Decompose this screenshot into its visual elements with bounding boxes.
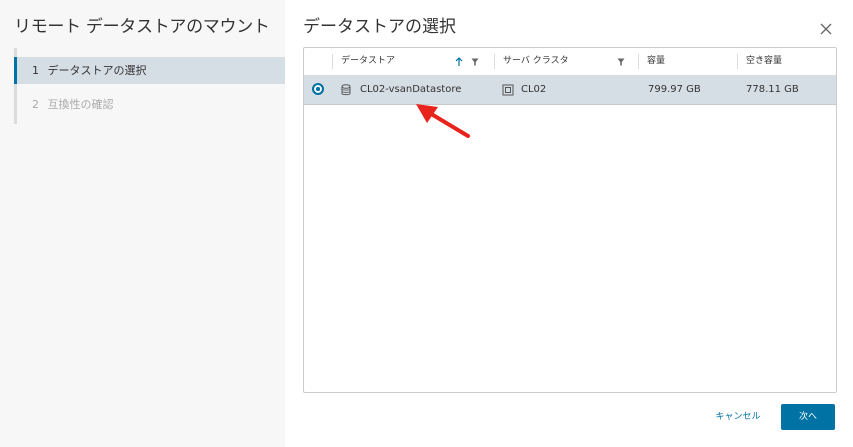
step-number: 2 (32, 98, 39, 111)
column-header-capacity[interactable]: 容量 (647, 48, 665, 75)
grid-header: データストア サーバ クラスタ 容量 空き容量 (304, 48, 836, 76)
step-label: 互換性の確認 (47, 98, 114, 111)
column-header-datastore[interactable]: データストア (341, 48, 395, 75)
step-number: 1 (32, 64, 39, 77)
cluster-name: CL02 (521, 84, 547, 95)
close-icon[interactable] (817, 20, 835, 38)
wizard-steps: 1 データストアの選択 2 互換性の確認 (14, 48, 288, 124)
datastore-icon (341, 84, 351, 99)
wizard-title: リモート データストアのマウント (14, 17, 270, 37)
column-separator (494, 54, 495, 69)
filter-icon[interactable] (471, 58, 479, 69)
column-separator (638, 54, 639, 69)
dialog-title: データストアの選択 (303, 17, 456, 37)
datastore-grid: データストア サーバ クラスタ 容量 空き容量 CL02-vsanDatasto… (303, 47, 837, 393)
wizard-sidebar: リモート データストアのマウント 1 データストアの選択 2 互換性の確認 (0, 0, 285, 447)
sort-ascending-icon[interactable] (455, 57, 463, 70)
row-select-radio[interactable] (312, 83, 324, 95)
cluster-icon (502, 84, 514, 99)
filter-icon[interactable] (617, 58, 625, 69)
wizard-step-compatibility: 2 互換性の確認 (17, 91, 285, 118)
next-button[interactable]: 次へ (781, 404, 835, 430)
column-header-cluster[interactable]: サーバ クラスタ (503, 48, 569, 75)
wizard-step-select-datastore[interactable]: 1 データストアの選択 (14, 57, 285, 84)
free-space-value: 778.11 GB (746, 84, 799, 95)
column-separator (332, 54, 333, 69)
cancel-button[interactable]: キャンセル (703, 404, 773, 430)
step-label: データストアの選択 (47, 64, 147, 77)
annotation-arrow-icon (416, 104, 470, 138)
column-separator (737, 54, 738, 69)
capacity-value: 799.97 GB (648, 84, 701, 95)
table-row[interactable]: CL02-vsanDatastore CL02 799.97 GB 778.11… (304, 76, 836, 105)
column-header-free-space[interactable]: 空き容量 (746, 48, 782, 75)
